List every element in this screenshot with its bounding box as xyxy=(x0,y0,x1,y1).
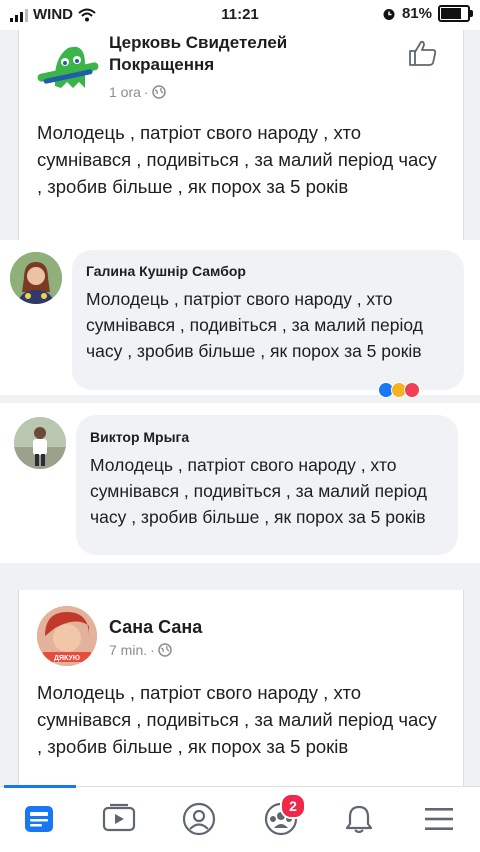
tab-menu[interactable] xyxy=(414,797,464,841)
like-icon[interactable] xyxy=(407,38,439,68)
page-logo-avatar[interactable] xyxy=(35,34,101,100)
news-feed-icon xyxy=(25,806,53,832)
battery-percent: 81% xyxy=(401,5,432,22)
tab-groups[interactable]: 2 xyxy=(256,793,306,841)
menu-icon xyxy=(425,808,453,830)
globe-icon xyxy=(158,643,172,657)
comment-author[interactable]: Галина Кушнір Самбор xyxy=(86,263,246,279)
love-reaction-icon xyxy=(404,382,420,398)
commenter-avatar[interactable] xyxy=(10,252,62,304)
comment-bubble[interactable]: Галина Кушнір Самбор Молодець , патріот … xyxy=(72,250,464,390)
battery-area: 81% xyxy=(382,5,473,22)
person-photo-icon xyxy=(10,252,62,304)
post-time[interactable]: 7 min. xyxy=(109,642,147,658)
comment-text: Молодець , патріот свого народу , хто су… xyxy=(90,455,427,527)
tab-watch[interactable] xyxy=(94,797,144,841)
post-card: ДЯКУЮ Сана Сана 7 min. · Молодець , патр… xyxy=(18,590,464,786)
globe-icon xyxy=(151,85,166,99)
active-tab-indicator xyxy=(4,785,76,788)
ghost-logo-icon xyxy=(37,46,99,88)
tab-notifications[interactable] xyxy=(334,797,384,841)
watch-icon xyxy=(102,803,136,832)
alarm-icon xyxy=(383,8,395,20)
comment: Виктор Мрыга Молодець , патріот свого на… xyxy=(0,403,480,563)
commenter-avatar[interactable] xyxy=(14,417,66,469)
comment-author[interactable]: Виктор Мрыга xyxy=(90,429,189,445)
notifications-icon xyxy=(345,805,373,834)
poster-avatar[interactable]: ДЯКУЮ xyxy=(37,606,97,666)
tab-profile[interactable] xyxy=(174,797,224,841)
comment-text: Молодець , патріот свого народу , хто су… xyxy=(86,289,423,361)
person-photo-icon: ДЯКУЮ xyxy=(37,606,97,666)
post-text: Молодець , патріот свого народу , хто су… xyxy=(37,122,437,197)
tab-news-feed[interactable] xyxy=(14,797,64,841)
post-meta: 7 min. · xyxy=(109,642,172,658)
profile-icon xyxy=(182,802,216,836)
post-text: Молодець , патріот свого народу , хто су… xyxy=(37,682,437,757)
post-meta: 1 ora · xyxy=(109,84,166,100)
status-bar: WIND 11:21 81% xyxy=(0,0,480,30)
avatar-caption: ДЯКУЮ xyxy=(54,655,80,662)
reaction-icons[interactable] xyxy=(378,382,420,398)
post-card: Церковь Свидетелей Покращення 1 ora · Мо… xyxy=(18,30,464,240)
post-author[interactable]: Сана Сана xyxy=(109,616,202,638)
post-time[interactable]: 1 ora xyxy=(109,84,141,100)
person-photo-icon xyxy=(14,417,66,469)
comment: Галина Кушнір Самбор Молодець , патріот … xyxy=(0,240,480,398)
bottom-navigation: 2 xyxy=(0,785,480,852)
comment-bubble[interactable]: Виктор Мрыга Молодець , патріот свого на… xyxy=(76,415,458,555)
groups-badge: 2 xyxy=(280,793,306,819)
battery-icon xyxy=(438,5,473,22)
post-author[interactable]: Церковь Свидетелей Покращення xyxy=(109,32,369,76)
